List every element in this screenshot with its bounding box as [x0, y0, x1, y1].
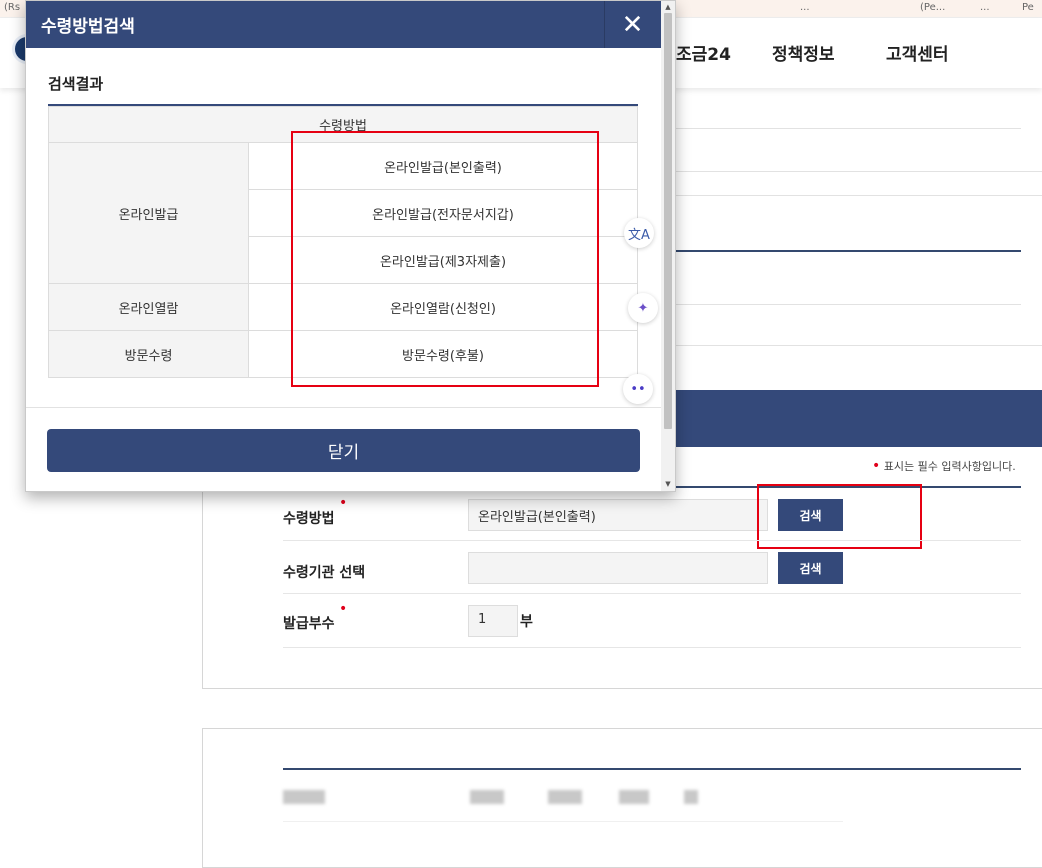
- required-note-text: 표시는 필수 입력사항입니다.: [883, 460, 1016, 473]
- receive-agency-input[interactable]: [468, 552, 768, 584]
- bookmark-item[interactable]: (Pe...: [920, 2, 945, 13]
- translate-icon[interactable]: 文A: [624, 218, 654, 248]
- copies-unit: 부: [520, 614, 533, 630]
- divider: [676, 128, 1021, 129]
- divider: [676, 195, 1042, 196]
- close-button[interactable]: 닫기: [47, 429, 640, 472]
- popup-title: 수령방법검색: [41, 17, 135, 37]
- field-label-receive-agency: 수령기관 선택: [283, 565, 366, 581]
- divider: [676, 304, 1021, 305]
- nav-item-policy[interactable]: 정책정보: [772, 40, 835, 65]
- bookmark-item[interactable]: (Rs: [4, 2, 20, 13]
- divider: [676, 171, 1042, 172]
- scrollbar-thumb[interactable]: [664, 13, 672, 429]
- popup-header: 수령방법검색 ✕: [26, 1, 675, 48]
- required-dot: •: [339, 495, 348, 511]
- required-dot: •: [339, 601, 348, 617]
- blurred-text: [548, 790, 582, 804]
- required-dot: •: [872, 458, 881, 474]
- divider: [283, 540, 1021, 541]
- bookmark-item[interactable]: ...: [980, 2, 990, 13]
- blurred-text: [684, 790, 698, 804]
- section-title-bar: [676, 390, 1042, 447]
- bookmark-item[interactable]: ...: [800, 2, 810, 13]
- close-icon[interactable]: ✕: [604, 1, 660, 48]
- scroll-down-icon[interactable]: ▼: [664, 480, 672, 488]
- divider: [26, 407, 661, 408]
- highlight-box: [291, 131, 599, 387]
- group-cell: 방문수령: [48, 330, 249, 378]
- receive-agency-search-button[interactable]: 검색: [778, 552, 843, 584]
- blurred-text: [283, 790, 325, 804]
- field-label-receive-method: 수령방법: [283, 511, 335, 527]
- required-note: • 표시는 필수 입력사항입니다.: [872, 458, 1016, 474]
- divider: [283, 593, 1021, 594]
- group-cell: 온라인열람: [48, 283, 249, 331]
- divider: [283, 768, 1021, 770]
- nav-item-subsidy[interactable]: 조금24: [676, 40, 731, 65]
- divider: [676, 345, 1042, 346]
- chatbot-icon[interactable]: ••: [623, 374, 653, 404]
- blurred-text: [470, 790, 504, 804]
- nav-item-support[interactable]: 고객센터: [886, 40, 949, 65]
- sparkle-icon[interactable]: ✦: [628, 293, 658, 323]
- bookmark-item[interactable]: Pe: [1022, 2, 1034, 13]
- copies-input[interactable]: 1: [468, 605, 518, 637]
- receive-method-search-popup: 수령방법검색 ✕ 검색결과 수령방법 온라인발급 온라인발급(본인출력) 온라인…: [25, 0, 676, 492]
- divider: [676, 250, 1021, 252]
- result-title: 검색결과: [48, 75, 104, 93]
- field-label-copies: 발급부수: [283, 616, 335, 632]
- group-cell: 온라인발급: [48, 142, 249, 284]
- receive-method-input[interactable]: 온라인발급(본인출력): [468, 499, 768, 531]
- scroll-up-icon[interactable]: ▲: [664, 3, 672, 11]
- blurred-text: [619, 790, 649, 804]
- divider: [283, 821, 843, 822]
- divider: [283, 647, 1021, 648]
